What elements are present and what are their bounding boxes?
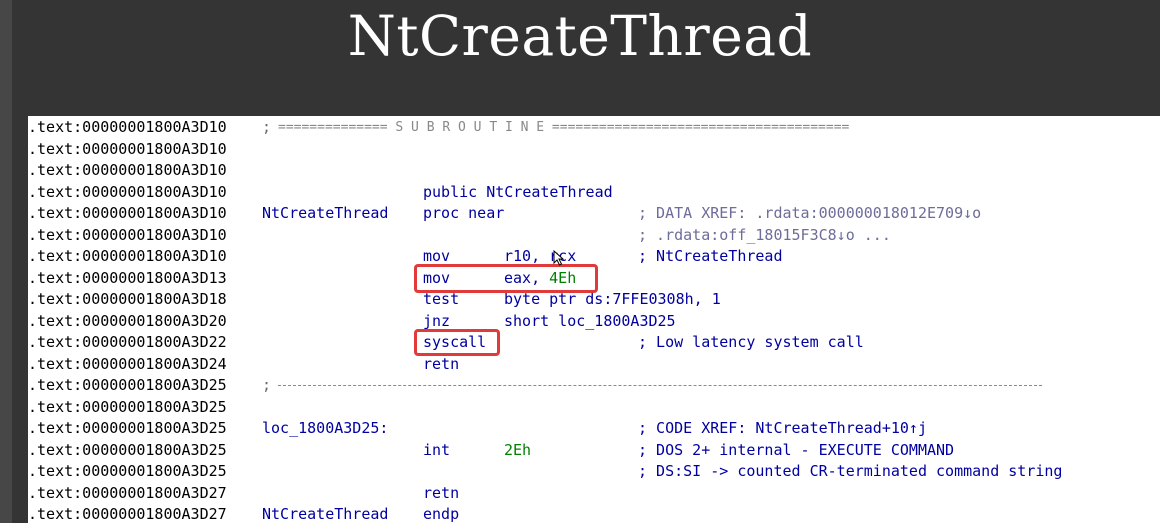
listing-line[interactable]: .text:00000001800A3D10 [28,139,1160,161]
comment: ; DOS 2+ internal - EXECUTE COMMAND [638,440,955,459]
address: .text:00000001800A3D22 [28,333,227,351]
subroutine-separator: ============== S U B R O U T I N E =====… [278,120,850,135]
listing-line[interactable]: .text:00000001800A3D25 int 2Eh ; DOS 2+ … [28,440,1160,462]
directive: endp [423,505,460,523]
dashed-separator [278,385,1042,386]
address: .text:00000001800A3D27 [28,483,227,502]
slide-title: NtCreateThread [347,4,813,68]
listing-line[interactable]: .text:00000001800A3D10 [28,160,1160,182]
listing-line[interactable]: .text:00000001800A3D25 loc_1800A3D25: ; … [28,418,1160,440]
listing-line[interactable]: .text:00000001800A3D10 ; .rdata:off_1801… [28,225,1160,247]
address: .text:00000001800A3D10 [28,139,227,158]
listing-line[interactable]: .text:00000001800A3D24 retn [28,354,1160,376]
address: .text:00000001800A3D27 [28,505,227,523]
mnemonic: retn [423,354,460,373]
address: .text:00000001800A3D10 [28,118,227,136]
mnemonic: int [423,440,451,459]
listing-line[interactable]: .text:00000001800A3D10 NtCreateThread pr… [28,203,1160,225]
address: .text:00000001800A3D10 [28,182,227,201]
address: .text:00000001800A3D25 [28,440,227,459]
directive: public NtCreateThread [423,182,613,201]
address: .text:00000001800A3D10 [28,161,227,179]
address: .text:00000001800A3D10 [28,247,227,265]
address: .text:00000001800A3D13 [28,268,227,287]
listing-line[interactable]: .text:00000001800A3D25 ; [28,375,1160,397]
xref-comment[interactable]: ; DATA XREF: .rdata:000000018012E709↓o [638,203,981,225]
listing-line[interactable]: .text:00000001800A3D27 NtCreateThread en… [28,504,1160,523]
xref-comment[interactable]: ; .rdata:off_18015F3C8↓o ... [638,225,891,247]
address: .text:00000001800A3D25 [28,397,227,416]
comment: ; Low latency system call [638,333,864,351]
loc-label[interactable]: loc_1800A3D25: [262,418,388,440]
listing-line[interactable]: .text:00000001800A3D22 syscall ; Low lat… [28,332,1160,354]
disassembly-listing[interactable]: .text:00000001800A3D10 ; ============== … [28,116,1160,523]
address: .text:00000001800A3D25 [28,376,227,394]
address: .text:00000001800A3D24 [28,354,227,373]
operand-immediate: 1 [711,290,721,308]
address: .text:00000001800A3D25 [28,419,227,437]
listing-line[interactable]: .text:00000001800A3D10 public NtCreateTh… [28,182,1160,204]
mnemonic: retn [423,483,460,502]
listing-line[interactable]: .text:00000001800A3D27 retn [28,483,1160,505]
xref-comment[interactable]: ; CODE XREF: NtCreateThread+10↑j [638,418,927,440]
listing-line[interactable]: .text:00000001800A3D25 ; DS:SI -> counte… [28,461,1160,483]
highlight-syscall-box [414,329,500,356]
address: .text:00000001800A3D10 [28,225,227,244]
jump-target[interactable]: short loc_1800A3D25 [504,311,676,333]
listing-line[interactable]: .text:00000001800A3D10 ; ============== … [28,117,1160,139]
address: .text:00000001800A3D10 [28,204,227,222]
listing-line[interactable]: .text:00000001800A3D20 jnz short loc_180… [28,311,1160,333]
proc-label[interactable]: NtCreateThread [262,504,388,523]
address: .text:00000001800A3D20 [28,311,227,330]
separator-semicolon: ; [262,118,272,136]
highlight-mov-eax-box [414,264,598,293]
comment: ; DS:SI -> counted CR-terminated command… [638,462,1063,480]
separator-semicolon: ; [262,376,272,394]
address: .text:00000001800A3D25 [28,462,227,480]
address: .text:00000001800A3D18 [28,290,227,308]
proc-label[interactable]: NtCreateThread [262,203,388,225]
listing-line[interactable]: .text:00000001800A3D25 [28,397,1160,419]
directive: proc near [423,204,505,222]
interrupt-number: 2Eh [504,440,532,459]
mouse-cursor-icon [553,250,565,266]
comment: ; NtCreateThread [638,247,783,265]
